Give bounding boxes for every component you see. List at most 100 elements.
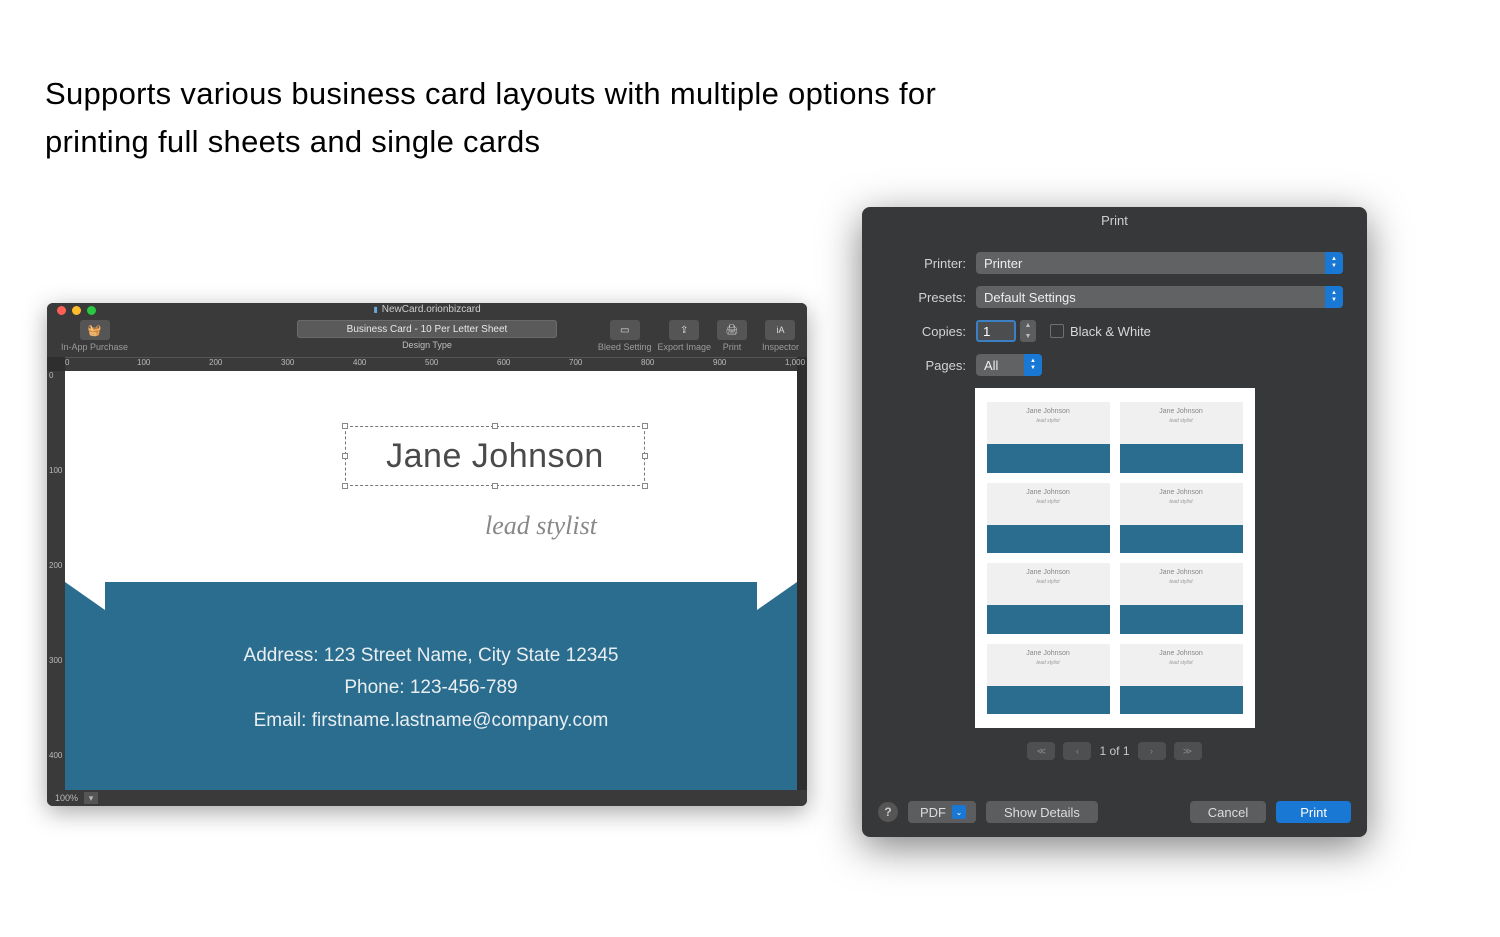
- preview-card: Jane Johnsonlead stylist: [987, 644, 1110, 715]
- show-details-button[interactable]: Show Details: [986, 801, 1098, 823]
- selection-handle-icon[interactable]: [642, 423, 648, 429]
- editor-statusbar: 100% ▾: [47, 790, 807, 806]
- selection-handle-icon[interactable]: [342, 453, 348, 459]
- ruler-tick: 100: [137, 358, 150, 367]
- last-page-button[interactable]: ≫: [1174, 742, 1202, 760]
- chevron-down-icon: ⌄: [952, 805, 966, 819]
- preview-card-bottom: [987, 605, 1110, 633]
- bw-checkbox[interactable]: [1050, 324, 1064, 338]
- zoom-value[interactable]: 100%: [55, 793, 78, 803]
- preview-card-name: Jane Johnson: [1120, 569, 1243, 576]
- ruler-tick: 700: [569, 358, 582, 367]
- ruler-tick: 1,000: [785, 358, 805, 367]
- ruler-tick: 0: [49, 371, 53, 380]
- bw-label: Black & White: [1070, 324, 1151, 339]
- inspector-button[interactable]: iA Inspector: [762, 320, 799, 352]
- preview-card-name: Jane Johnson: [987, 650, 1110, 657]
- pages-label: Pages:: [886, 358, 976, 373]
- preview-card-sub: lead stylist: [1120, 418, 1243, 424]
- preview-card-sub: lead stylist: [1120, 579, 1243, 585]
- preview-card-name: Jane Johnson: [987, 569, 1110, 576]
- printer-value: Printer: [984, 256, 1022, 271]
- export-image-button[interactable]: ⇪ Export Image: [657, 320, 711, 352]
- preview-card-name: Jane Johnson: [987, 408, 1110, 415]
- print-button[interactable]: 🖨 Print: [717, 320, 747, 352]
- select-arrows-icon: ▲▼: [1325, 286, 1343, 308]
- selection-handle-icon[interactable]: [342, 423, 348, 429]
- vertical-ruler: 0 100 200 300 400: [47, 371, 65, 790]
- zoom-stepper-icon[interactable]: ▾: [84, 792, 98, 804]
- ruler-tick: 0: [65, 358, 69, 367]
- preview-card-sub: lead stylist: [987, 499, 1110, 505]
- preview-card-bottom: [1120, 525, 1243, 553]
- preview-card-name: Jane Johnson: [1120, 489, 1243, 496]
- ruler-tick: 300: [49, 656, 62, 665]
- select-arrows-icon: ▲▼: [1325, 252, 1343, 274]
- name-text: Jane Johnson: [386, 437, 604, 476]
- pdf-dropdown-button[interactable]: PDF ⌄: [908, 801, 976, 823]
- preview-card-bottom: [1120, 605, 1243, 633]
- preview-card: Jane Johnsonlead stylist: [987, 483, 1110, 554]
- bleed-setting-button[interactable]: ▭ Bleed Setting: [598, 320, 652, 352]
- name-text-box[interactable]: Jane Johnson: [345, 426, 645, 486]
- printer-label: Printer:: [886, 256, 976, 271]
- first-page-button[interactable]: ≪: [1027, 742, 1055, 760]
- card-bottom-panel[interactable]: Address: 123 Street Name, City State 123…: [65, 610, 797, 790]
- preview-card-bottom: [987, 686, 1110, 714]
- preview-card-bottom: [1120, 444, 1243, 472]
- ruler-tick: 900: [713, 358, 726, 367]
- ruler-tick: 100: [49, 466, 62, 475]
- ruler-tick: 200: [49, 561, 62, 570]
- selection-handle-icon[interactable]: [492, 423, 498, 429]
- pages-select[interactable]: All ▲▼: [976, 354, 1042, 376]
- ruler-tick: 400: [49, 751, 62, 760]
- presets-select[interactable]: Default Settings ▲▼: [976, 286, 1343, 308]
- preview-card: Jane Johnsonlead stylist: [987, 563, 1110, 634]
- address-text[interactable]: Address: 123 Street Name, City State 123…: [65, 640, 797, 672]
- cancel-button[interactable]: Cancel: [1190, 801, 1266, 823]
- printer-icon: 🖨: [726, 325, 739, 336]
- prev-page-button[interactable]: ‹: [1063, 742, 1091, 760]
- help-button[interactable]: ?: [878, 802, 898, 822]
- preview-card: Jane Johnsonlead stylist: [1120, 402, 1243, 473]
- selection-handle-icon[interactable]: [642, 483, 648, 489]
- preview-card-bottom: [1120, 686, 1243, 714]
- ruler-tick: 200: [209, 358, 222, 367]
- selection-handle-icon[interactable]: [492, 483, 498, 489]
- selection-handle-icon[interactable]: [642, 453, 648, 459]
- caption-line-2: printing full sheets and single cards: [45, 124, 540, 159]
- preview-card-name: Jane Johnson: [1120, 650, 1243, 657]
- ruler-tick: 800: [641, 358, 654, 367]
- print-dialog-title: Print: [862, 207, 1367, 234]
- preview-pager: ≪ ‹ 1 of 1 › ≫: [886, 742, 1343, 760]
- subtitle-text[interactable]: lead stylist: [485, 511, 597, 541]
- design-type-dropdown[interactable]: Business Card - 10 Per Letter Sheet: [297, 320, 557, 338]
- marketing-caption: Supports various business card layouts w…: [45, 70, 936, 166]
- basket-icon: 🧺: [88, 324, 102, 337]
- ruler-tick: 400: [353, 358, 366, 367]
- phone-text[interactable]: Phone: 123-456-789: [65, 672, 797, 704]
- printer-select[interactable]: Printer ▲▼: [976, 252, 1343, 274]
- selection-handle-icon[interactable]: [342, 483, 348, 489]
- preview-card-sub: lead stylist: [1120, 660, 1243, 666]
- editor-window: NewCard.orionbizcard 🧺 In-App Purchase B…: [47, 303, 807, 806]
- bleed-setting-label: Bleed Setting: [598, 342, 652, 352]
- preview-card: Jane Johnson lead stylist: [1120, 483, 1243, 554]
- print-preview-sheet: Jane Johnson lead stylist Jane Johnson lead…: [975, 388, 1255, 728]
- select-arrows-icon: ▲▼: [1024, 354, 1042, 376]
- page-indicator: 1 of 1: [1099, 744, 1129, 758]
- in-app-purchase-button[interactable]: 🧺 In-App Purchase: [61, 320, 128, 352]
- next-page-button[interactable]: ›: [1138, 742, 1166, 760]
- design-canvas[interactable]: Jane Johnson lead stylist Address: 123 S…: [65, 371, 797, 790]
- print-confirm-button[interactable]: Print: [1276, 801, 1351, 823]
- preview-card: Jane Johnson lead stylist: [1120, 563, 1243, 634]
- design-type-label: Design Type: [297, 340, 557, 350]
- copies-stepper[interactable]: ▲▼: [1020, 320, 1036, 342]
- inspector-label: Inspector: [762, 342, 799, 352]
- email-text[interactable]: Email: firstname.lastname@company.com: [65, 705, 797, 737]
- preview-card-sub: lead stylist: [987, 418, 1110, 424]
- card-contact-lines: Address: 123 Street Name, City State 123…: [65, 640, 797, 737]
- copies-input[interactable]: [976, 320, 1016, 342]
- pages-value: All: [984, 358, 998, 373]
- preview-card-sub: lead stylist: [1120, 499, 1243, 505]
